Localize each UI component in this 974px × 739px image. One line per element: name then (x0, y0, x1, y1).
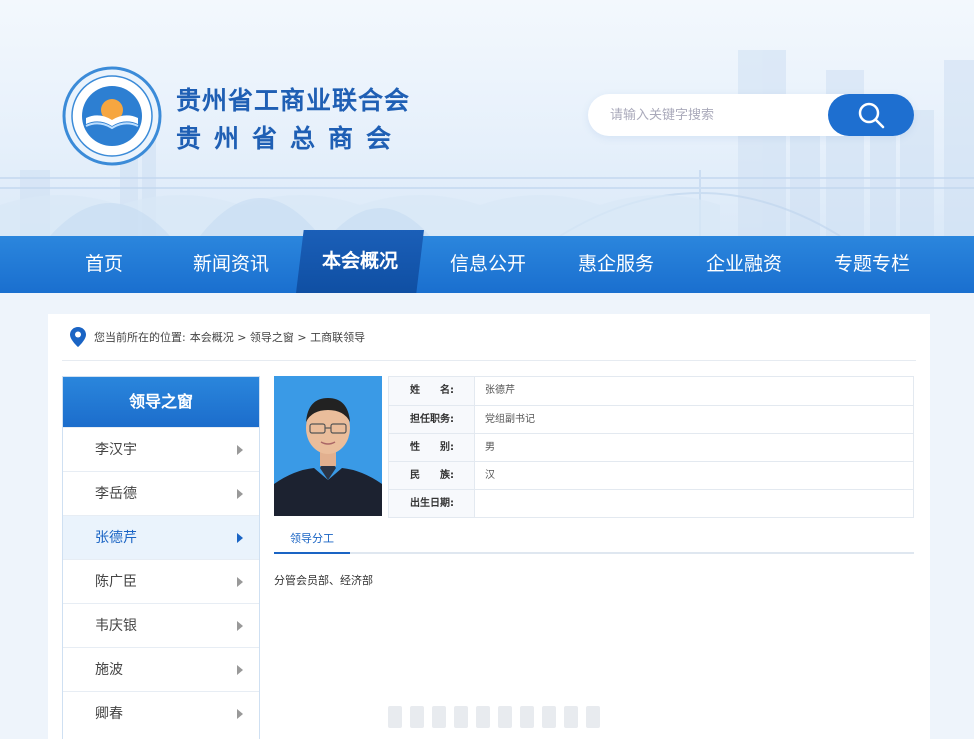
tab-duties[interactable]: 领导分工 (274, 526, 350, 554)
sidebar-item-label: 陈广臣 (95, 574, 137, 590)
cfic-logo (62, 66, 162, 166)
profile-value: 张德芹 (485, 385, 515, 396)
loading-placeholder (388, 706, 600, 728)
profile-label: 出生日期: (389, 490, 475, 517)
sidebar-item-qing-chun[interactable]: 卿春 (63, 691, 259, 735)
search-box (588, 94, 914, 136)
breadcrumb-prefix: 您当前所在的位置: (94, 331, 186, 344)
profile-label: 姓 名: (389, 377, 475, 405)
nav-item-news[interactable]: 新闻资讯 (167, 236, 295, 293)
sidebar-item-chen-guangchen[interactable]: 陈广臣 (63, 559, 259, 603)
search-button[interactable] (828, 94, 914, 136)
loading-bar (586, 706, 600, 728)
chevron-right-icon (237, 445, 243, 455)
profile-tabs: 领导分工 (274, 526, 914, 554)
breadcrumb: 您当前所在的位置: 本会概况 > 领导之窗 > 工商联领导 (70, 326, 365, 348)
profile-row-ethnicity: 民 族: 汉 (389, 461, 913, 489)
loading-bar (432, 706, 446, 728)
chevron-right-icon (237, 621, 243, 631)
nav-item-financing[interactable]: 企业融资 (680, 236, 808, 293)
nav-item-disclosure[interactable]: 信息公开 (424, 236, 552, 293)
profile-table: 姓 名: 张德芹 担任职务: 党组副书记 性 别: 男 民 族: 汉 出生日期: (388, 376, 914, 518)
loading-bar (454, 706, 468, 728)
nav-item-home[interactable]: 首页 (40, 236, 168, 293)
chevron-right-icon (237, 533, 243, 543)
sidebar-item-label: 卿春 (95, 706, 123, 722)
content-panel: 您当前所在的位置: 本会概况 > 领导之窗 > 工商联领导 领导之窗 李汉宇 李… (48, 314, 930, 739)
profile-label: 民 族: (389, 462, 475, 489)
loading-bar (520, 706, 534, 728)
sidebar-item-label: 李岳德 (95, 486, 137, 502)
org-name-line2: 贵州省总商会 (176, 124, 405, 153)
loading-bar (498, 706, 512, 728)
profile-row-gender: 性 别: 男 (389, 433, 913, 461)
nav-item-topics[interactable]: 专题专栏 (808, 236, 936, 293)
chevron-right-icon (237, 489, 243, 499)
chevron-right-icon (237, 709, 243, 719)
sidebar-item-zhang-deqin[interactable]: 张德芹 (63, 515, 259, 559)
sidebar-item-li-hanyu[interactable]: 李汉宇 (63, 427, 259, 471)
org-name-line1: 贵州省工商业联合会 (176, 86, 411, 115)
chevron-right-icon (237, 577, 243, 587)
location-pin-icon (70, 327, 86, 347)
profile-value (475, 490, 913, 517)
profile-value: 党组副书记 (485, 414, 535, 425)
loading-bar (564, 706, 578, 728)
chevron-right-icon (237, 665, 243, 675)
profile-row-name: 姓 名: 张德芹 (389, 377, 913, 405)
sidebar-item-label: 李汉宇 (95, 442, 137, 458)
main-nav: 首页 新闻资讯 本会概况 信息公开 惠企服务 企业融资 专题专栏 (0, 230, 974, 293)
leaders-sidebar: 领导之窗 李汉宇 李岳德 张德芹 陈广臣 韦庆银 施波 卿春 (62, 376, 260, 739)
loading-bar (410, 706, 424, 728)
loading-bar (388, 706, 402, 728)
profile-value: 汉 (485, 470, 495, 481)
duties-text: 分管会员部、经济部 (274, 574, 373, 587)
breadcrumb-divider (62, 360, 916, 361)
site-header: 贵州省工商业联合会 贵州省总商会 (0, 0, 974, 236)
sidebar-item-label: 韦庆银 (95, 618, 137, 634)
breadcrumb-path[interactable]: 本会概况 > 领导之窗 > 工商联领导 (190, 329, 365, 345)
profile-label: 担任职务: (389, 406, 475, 433)
sidebar-item-shi-bo[interactable]: 施波 (63, 647, 259, 691)
sidebar-item-label: 施波 (95, 662, 123, 678)
leader-portrait (274, 376, 382, 516)
search-input[interactable] (610, 94, 820, 136)
profile-label: 性 别: (389, 434, 475, 461)
profile-value: 男 (485, 442, 495, 453)
profile-row-birthdate: 出生日期: (389, 489, 913, 517)
search-icon (858, 102, 885, 129)
loading-bar (542, 706, 556, 728)
sidebar-item-label: 张德芹 (95, 530, 137, 546)
sidebar-title: 领导之窗 (63, 377, 259, 427)
loading-bar (476, 706, 490, 728)
nav-item-services[interactable]: 惠企服务 (552, 236, 680, 293)
sidebar-item-li-yuede[interactable]: 李岳德 (63, 471, 259, 515)
sidebar-item-wei-qingyin[interactable]: 韦庆银 (63, 603, 259, 647)
profile-row-position: 担任职务: 党组副书记 (389, 405, 913, 433)
nav-item-overview[interactable]: 本会概况 (296, 230, 424, 293)
